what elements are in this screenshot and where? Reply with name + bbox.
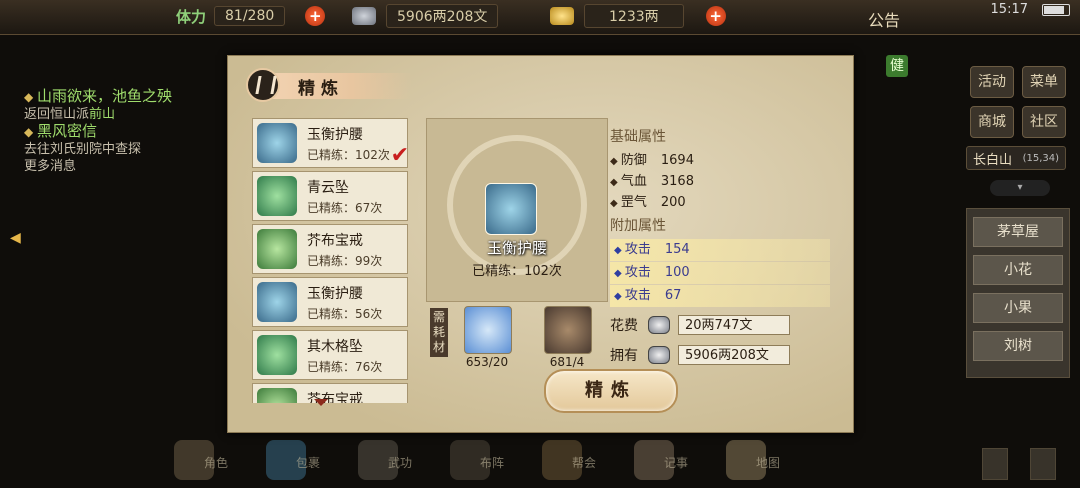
skills-button[interactable]: 武功: [354, 436, 414, 486]
top-status-bar: [0, 0, 1080, 35]
formation-button[interactable]: 布阵: [446, 436, 506, 486]
shop-button[interactable]: 商城: [970, 106, 1014, 138]
gold-ingot-icon: [550, 7, 574, 25]
material-count: 681/4: [549, 355, 585, 369]
stamina-display: 体力 81/280 +: [176, 5, 326, 27]
battery-icon: [1042, 4, 1070, 16]
copper-value: 5906两208文: [386, 4, 499, 28]
silver-coin-icon: [352, 7, 376, 25]
cost-label: 花费: [610, 318, 638, 334]
bag-button[interactable]: 包裹: [262, 436, 322, 486]
guild-button[interactable]: 帮会: [538, 436, 598, 486]
location-coords: (15,34): [1022, 152, 1059, 164]
silver-coin-icon: [648, 346, 670, 364]
ring-icon: [257, 388, 297, 403]
refine-button[interactable]: 精炼: [544, 369, 678, 413]
list-item[interactable]: 芥布宝戒 已精练：99次: [252, 224, 408, 274]
clock: 15:17: [990, 2, 1028, 17]
corner-button[interactable]: [982, 448, 1008, 480]
silver-coin-icon: [648, 316, 670, 334]
attribute-panel: 基础属性 防御1694 气血3168 罡气200 附加属性 攻击154 攻击10…: [610, 124, 830, 308]
location-name: 长白山: [973, 152, 1013, 168]
npc-list: 茅草屋 小花 小果 刘树: [966, 208, 1070, 378]
belt-icon: [257, 282, 297, 322]
selected-check-icon: ✔: [390, 143, 409, 168]
corner-button[interactable]: [1030, 448, 1056, 480]
health-badge[interactable]: 健: [886, 55, 908, 77]
bottom-menu-bar: 角色 包裹 武功 布阵 帮会 记事 地图: [170, 436, 810, 488]
npc-item[interactable]: 茅草屋: [973, 217, 1063, 247]
pendant-icon: [257, 335, 297, 375]
list-item[interactable]: 其木格坠 已精练：76次: [252, 330, 408, 380]
quest-tracker[interactable]: 山雨欲来，池鱼之殃 返回恒山派前山 黑风密信 去往刘氏别院中查探 更多消息: [24, 88, 224, 175]
quest-desc: 返回恒山派前山: [24, 107, 116, 122]
gold-value: 1233两: [584, 4, 684, 28]
base-attr-row: 防御1694: [610, 150, 830, 171]
own-value: 5906两208文: [678, 345, 790, 365]
selected-item-showcase: 玉衡护腰 已精练：102次: [426, 118, 608, 302]
belt-icon: [257, 123, 297, 163]
stamina-label: 体力: [176, 7, 207, 26]
map-toggle-icon[interactable]: ▾: [990, 180, 1050, 196]
belt-icon: [485, 183, 537, 235]
activity-button[interactable]: 活动: [970, 66, 1014, 98]
materials-label: 需耗材: [430, 308, 448, 357]
material-count: 653/20: [465, 355, 509, 369]
notice-button[interactable]: 公告: [868, 7, 900, 31]
own-label: 拥有: [610, 348, 638, 364]
stamina-value: 81/280: [214, 6, 286, 26]
extra-attr-row: 攻击154: [610, 239, 830, 261]
character-button[interactable]: 角色: [170, 436, 230, 486]
selected-item-name: 玉衡护腰: [486, 239, 547, 257]
npc-item[interactable]: 刘树: [973, 331, 1063, 361]
extra-attr-row: 攻击67: [610, 285, 830, 307]
community-button[interactable]: 社区: [1022, 106, 1066, 138]
refine-dialog: 精炼 玉衡护腰 已精练：102次 ✔ 青云坠 已精练：67次 芥布宝戒 已精练：…: [227, 55, 854, 433]
refine-emblem-icon: [246, 68, 280, 102]
npc-item[interactable]: 小果: [973, 293, 1063, 323]
list-item[interactable]: 青云坠 已精练：67次: [252, 171, 408, 221]
quest-desc: 更多消息: [24, 159, 77, 174]
base-attr-row: 气血3168: [610, 171, 830, 192]
base-attr-heading: 基础属性: [610, 129, 666, 145]
scroll-down-icon[interactable]: [314, 399, 328, 406]
map-button[interactable]: 地图: [722, 436, 782, 486]
equipment-list[interactable]: 玉衡护腰 已精练：102次 ✔ 青云坠 已精练：67次 芥布宝戒 已精练：99次…: [252, 118, 412, 403]
dialog-header: 精炼: [246, 68, 446, 102]
dialog-title: 精炼: [298, 79, 344, 99]
list-item[interactable]: 芥布宝戒: [252, 383, 408, 403]
pendant-icon: [257, 176, 297, 216]
cloth-material-icon[interactable]: [464, 306, 512, 354]
selected-item-refine-count: 已精练：102次: [472, 264, 562, 279]
pouch-material-icon[interactable]: [544, 306, 592, 354]
npc-item[interactable]: 小花: [973, 255, 1063, 285]
extra-attr-heading: 附加属性: [610, 218, 666, 234]
ring-icon: [257, 229, 297, 269]
journal-button[interactable]: 记事: [630, 436, 690, 486]
add-stamina-button[interactable]: +: [305, 6, 326, 26]
base-attr-row: 罡气200: [610, 192, 830, 213]
quest-title[interactable]: 黑风密信: [24, 123, 224, 141]
collapse-arrow-icon[interactable]: ◀: [10, 230, 24, 254]
cost-panel: 花费 20两747文 拥有 5906两208文: [610, 310, 790, 370]
list-item[interactable]: 玉衡护腰 已精练：56次: [252, 277, 408, 327]
gold-display: 1233两 +: [550, 4, 726, 28]
add-gold-button[interactable]: +: [705, 6, 726, 26]
menu-button[interactable]: 菜单: [1022, 66, 1066, 98]
quest-desc: 去往刘氏别院中查探: [24, 142, 142, 157]
extra-attr-row: 攻击100: [610, 262, 830, 284]
list-item[interactable]: 玉衡护腰 已精练：102次 ✔: [252, 118, 409, 168]
quest-title[interactable]: 山雨欲来，池鱼之殃: [24, 88, 224, 106]
cost-value: 20两747文: [678, 315, 790, 335]
location-indicator[interactable]: 长白山 (15,34): [966, 146, 1066, 170]
copper-display: 5906两208文: [352, 4, 499, 28]
